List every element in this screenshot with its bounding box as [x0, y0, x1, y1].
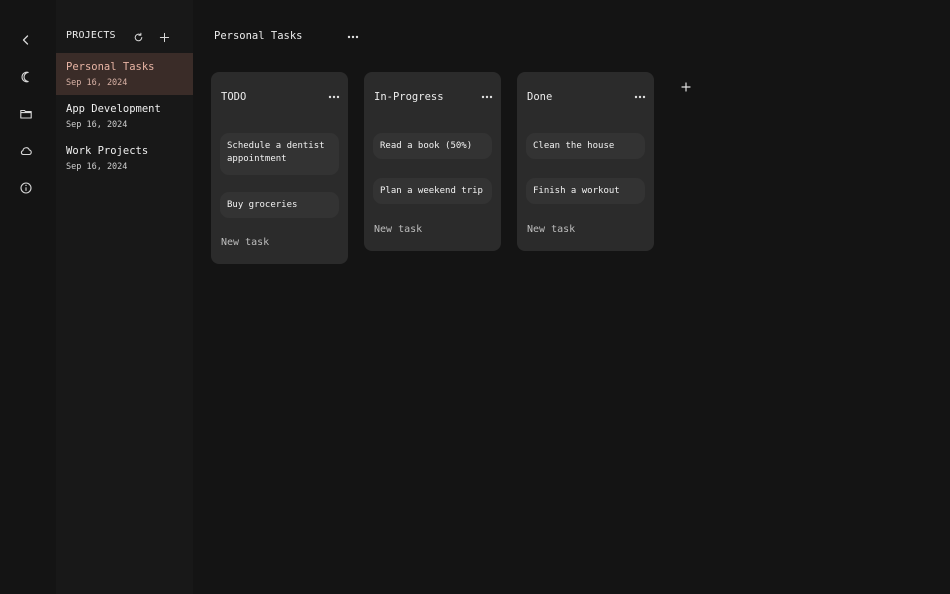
- column-title: In-Progress: [374, 91, 444, 103]
- refresh-button[interactable]: [130, 29, 146, 45]
- column-menu-button[interactable]: [479, 90, 495, 104]
- refresh-icon: [134, 32, 142, 41]
- task-card[interactable]: Clean the house: [526, 133, 645, 159]
- info-icon: [20, 182, 32, 194]
- more-horizontal-icon: [634, 95, 646, 99]
- board-menu-button[interactable]: [345, 29, 361, 45]
- column-in-progress: In-Progress Read a book (50%) Plan a wee…: [364, 72, 501, 251]
- new-task-button[interactable]: New task: [527, 224, 575, 235]
- task-card[interactable]: Schedule a dentist appointment: [220, 133, 339, 175]
- plus-icon: [159, 32, 169, 42]
- more-horizontal-icon: [347, 35, 359, 39]
- kanban-app: PROJECTS Personal Tasks Sep 16, 2024 App…: [0, 0, 950, 594]
- theme-toggle-button[interactable]: [14, 65, 38, 89]
- project-date: Sep 16, 2024: [66, 78, 128, 88]
- column-title: Done: [527, 91, 553, 103]
- board-title: Personal Tasks: [214, 30, 303, 42]
- column-todo: TODO Schedule a dentist appointment Buy …: [211, 72, 348, 264]
- back-button[interactable]: [14, 28, 38, 52]
- plus-icon: [681, 82, 691, 92]
- project-item-app-development[interactable]: App Development Sep 16, 2024: [56, 95, 193, 137]
- folder-icon: [20, 109, 32, 119]
- task-card[interactable]: Finish a workout: [526, 178, 645, 204]
- projects-header: PROJECTS: [56, 27, 193, 47]
- project-item-personal-tasks[interactable]: Personal Tasks Sep 16, 2024: [56, 53, 193, 95]
- new-task-button[interactable]: New task: [374, 224, 422, 235]
- task-card[interactable]: Buy groceries: [220, 192, 339, 218]
- column-done: Done Clean the house Finish a workout Ne…: [517, 72, 654, 251]
- task-card[interactable]: Read a book (50%): [373, 133, 492, 159]
- task-card[interactable]: Plan a weekend trip: [373, 178, 492, 204]
- new-task-button[interactable]: New task: [221, 237, 269, 248]
- icon-rail: [0, 0, 52, 594]
- project-date: Sep 16, 2024: [66, 162, 128, 172]
- moon-icon: [21, 71, 29, 83]
- column-title: TODO: [221, 91, 247, 103]
- project-date: Sep 16, 2024: [66, 120, 128, 130]
- column-menu-button[interactable]: [632, 90, 648, 104]
- add-column-button[interactable]: [679, 80, 693, 94]
- project-name: Work Projects: [66, 145, 149, 157]
- project-name: App Development: [66, 103, 161, 115]
- more-horizontal-icon: [481, 95, 493, 99]
- more-horizontal-icon: [328, 95, 340, 99]
- add-project-button[interactable]: [156, 29, 172, 45]
- chevron-left-icon: [22, 35, 29, 45]
- project-name: Personal Tasks: [66, 61, 155, 73]
- projects-title: PROJECTS: [66, 30, 116, 41]
- projects-panel: PROJECTS Personal Tasks Sep 16, 2024 App…: [56, 0, 193, 594]
- info-button[interactable]: [14, 176, 38, 200]
- project-item-work-projects[interactable]: Work Projects Sep 16, 2024: [56, 137, 193, 179]
- cloud-icon: [20, 147, 32, 156]
- column-menu-button[interactable]: [326, 90, 342, 104]
- sync-button[interactable]: [14, 139, 38, 163]
- projects-button[interactable]: [14, 102, 38, 126]
